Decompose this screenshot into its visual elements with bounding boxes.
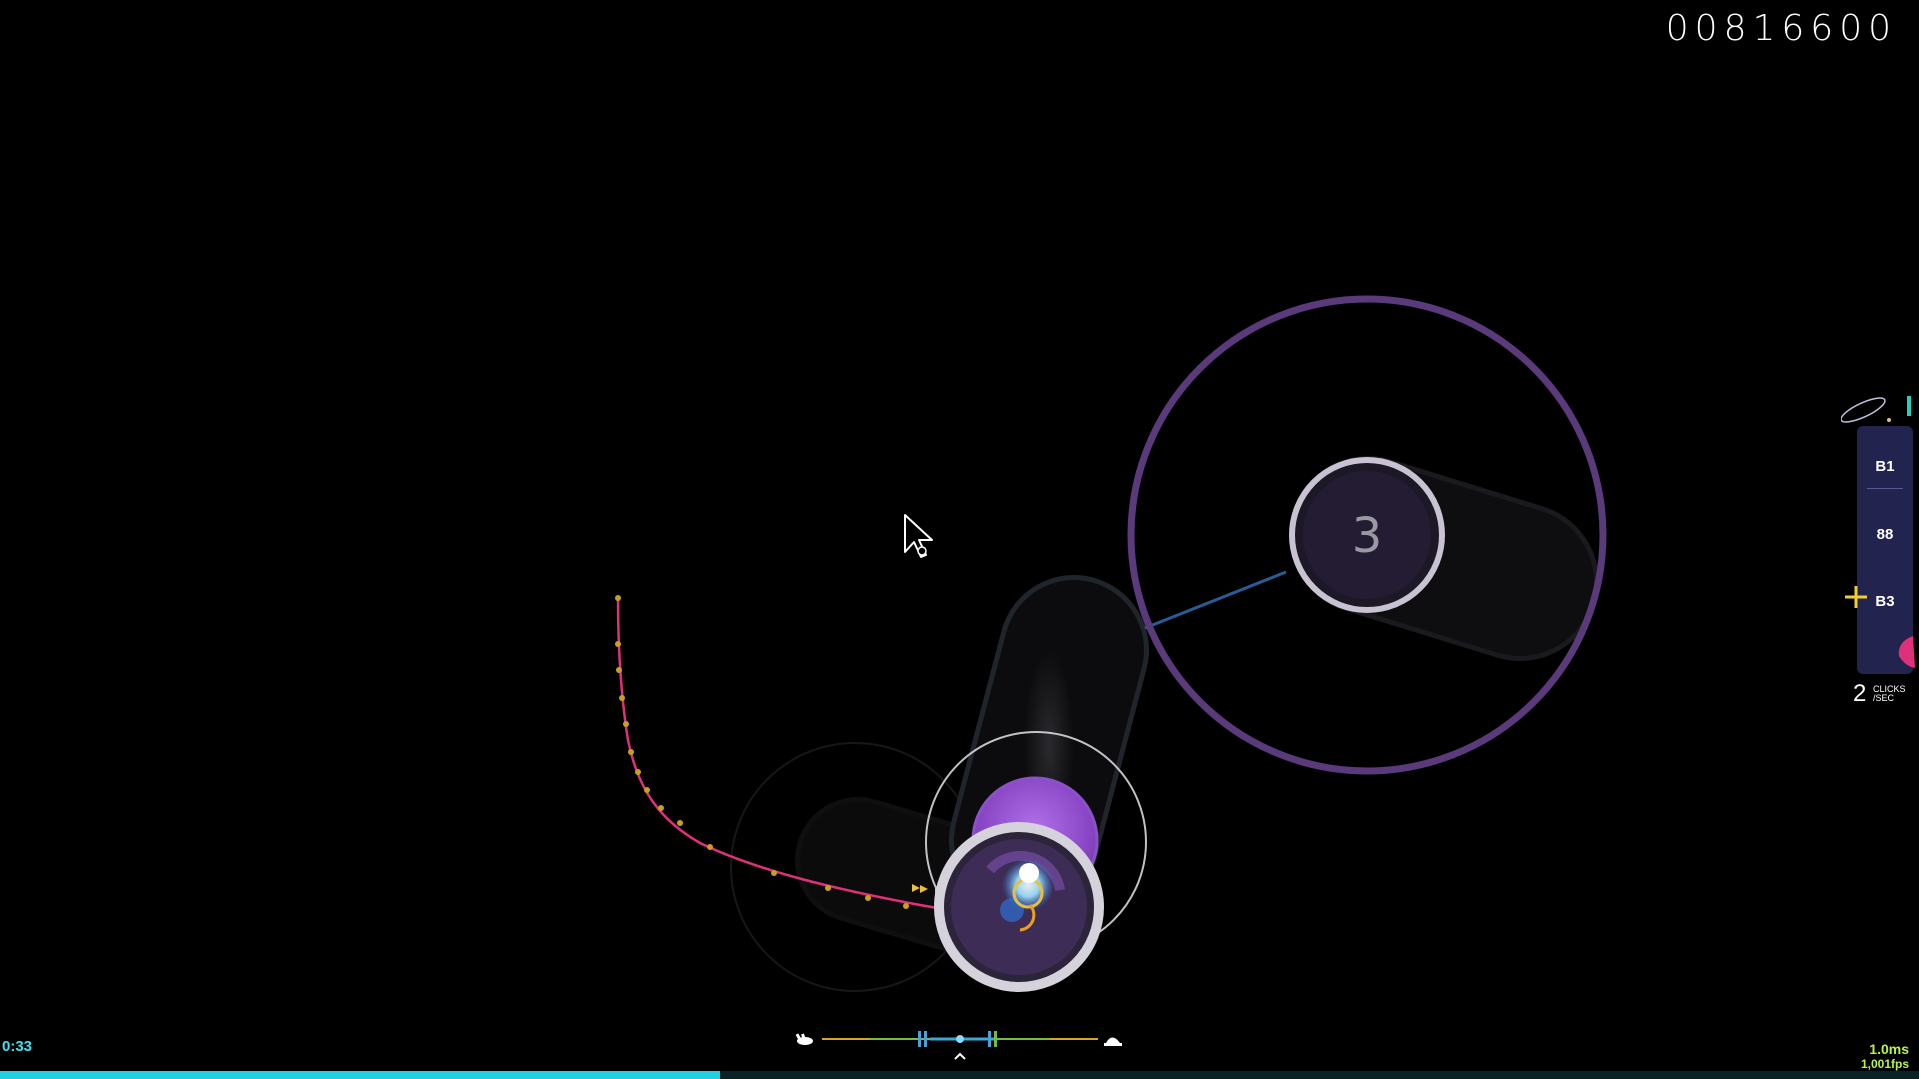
heart-icon (1898, 636, 1915, 668)
cursor-icon (1019, 863, 1039, 883)
turtle-icon (1104, 1037, 1122, 1046)
key-1: B1 (1875, 458, 1895, 475)
clicks-per-sec: 2 CLICKS /SEC (1841, 682, 1915, 706)
time-elapsed: 0:33 (2, 1038, 33, 1055)
performance-counter: 1.0ms 1,001fps (1861, 1041, 1909, 1071)
key-2: 88 (1876, 526, 1894, 543)
clicks-per-sec-unit: CLICKS /SEC (1873, 685, 1913, 703)
follow-point-line (1144, 570, 1287, 630)
rabbit-icon (795, 1033, 813, 1045)
caret-up-icon (954, 1052, 966, 1060)
clicks-per-sec-value: 2 (1853, 680, 1867, 707)
framerate: 1,001fps (1860, 1057, 1909, 1071)
song-progress-fill (0, 1071, 720, 1079)
frame-time: 1.0ms (1869, 1041, 1909, 1057)
key-overlay: B1 88 B3 (1841, 396, 1915, 676)
game-stage: 3 00816600 B1 88 B3 2 CLICKS /SEC 0:33 1… (0, 0, 1919, 1079)
hit-error-meter (795, 1031, 1122, 1060)
score-counter: 00816600 (1665, 8, 1897, 49)
hit-circle-number: 3 (1352, 508, 1383, 564)
mouse-pointer-icon (904, 514, 933, 558)
playfield[interactable]: 3 (0, 0, 1919, 1079)
key-separator (1867, 488, 1903, 489)
hit-circle-3[interactable]: 3 (1289, 457, 1445, 613)
song-progress-bar[interactable] (0, 1071, 1919, 1079)
plus-icon (1845, 586, 1867, 608)
clicks-unit-line2: /SEC (1873, 693, 1895, 703)
